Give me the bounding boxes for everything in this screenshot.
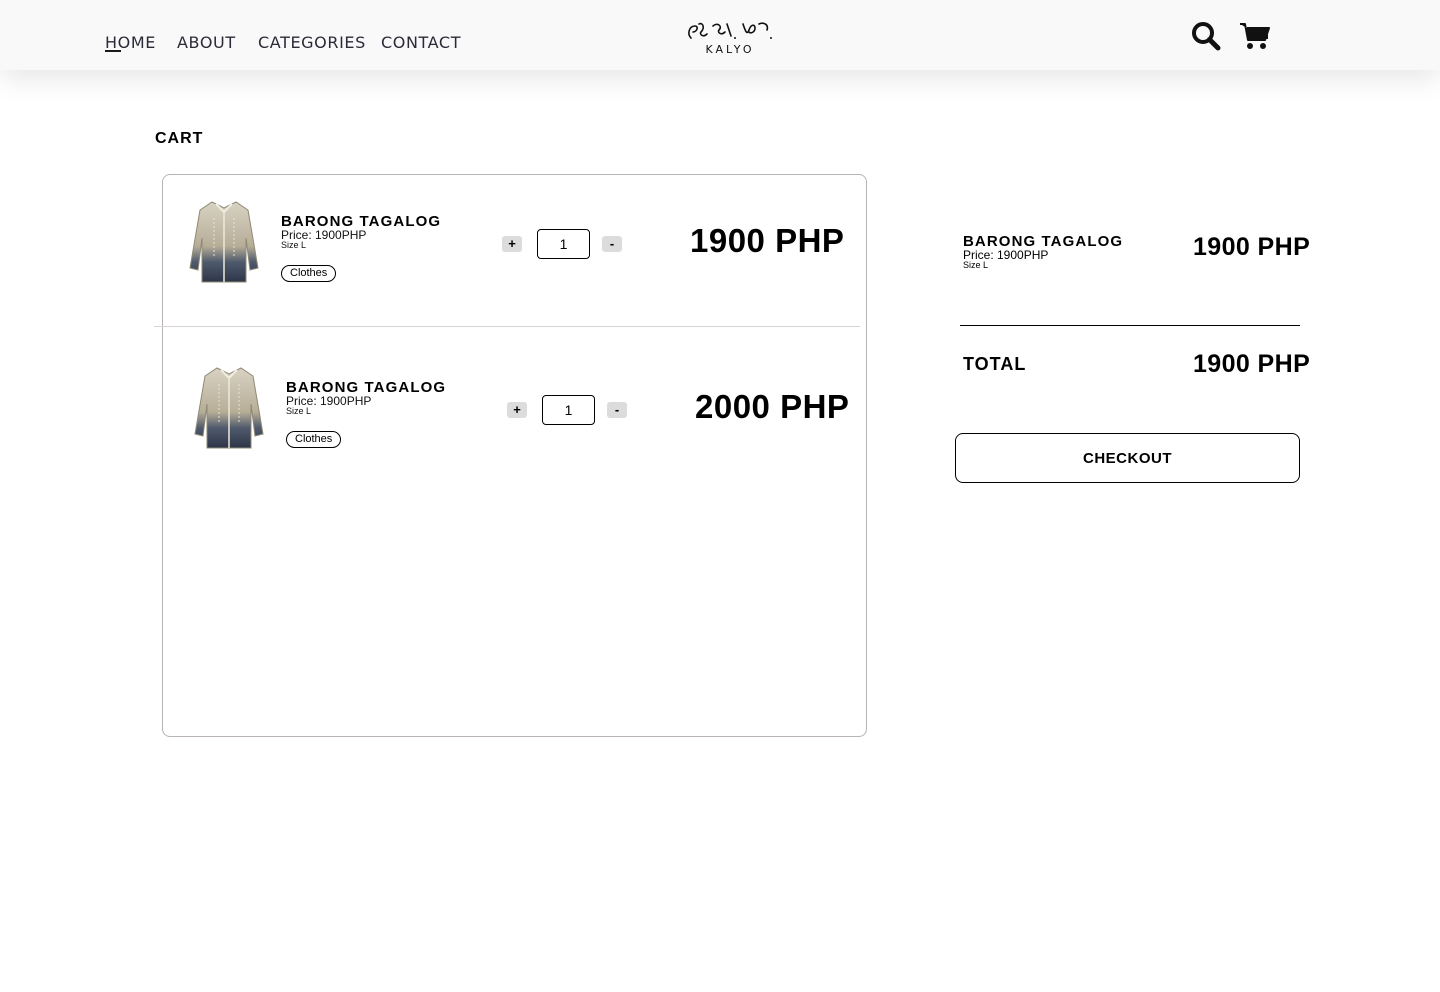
logo-glyph-icon bbox=[688, 22, 772, 39]
brand-logo[interactable]: KALYO bbox=[683, 18, 777, 58]
active-nav-underline bbox=[105, 50, 121, 52]
navbar: HOME ABOUT CATEGORIES CONTACT KALYO bbox=[0, 0, 1440, 70]
quantity-decrease-button[interactable]: - bbox=[602, 236, 622, 252]
cart-item-total: 1900 PHP bbox=[690, 222, 845, 259]
quantity-input[interactable] bbox=[537, 229, 590, 259]
cart-item-category-tag[interactable]: Clothes bbox=[286, 431, 342, 448]
quantity-increase-button[interactable]: + bbox=[507, 402, 527, 418]
summary-item-size: Size L bbox=[963, 260, 989, 270]
cart-item-category-tag[interactable]: Clothes bbox=[281, 265, 337, 282]
nav-categories-link[interactable]: CATEGORIES bbox=[258, 33, 366, 52]
summary-item-amount: 1900 PHP bbox=[1193, 233, 1311, 261]
summary-divider bbox=[960, 325, 1300, 326]
barong-product-image bbox=[194, 367, 264, 449]
cart-item-total: 2000 PHP bbox=[695, 388, 850, 425]
cart-item-size: Size L bbox=[281, 240, 307, 250]
cart-title: CART bbox=[155, 130, 204, 147]
cart-item-size: Size L bbox=[286, 406, 312, 416]
checkout-button[interactable]: CHECKOUT bbox=[955, 433, 1300, 483]
search-button[interactable] bbox=[1190, 20, 1222, 52]
cart-icon bbox=[1240, 23, 1270, 49]
cart-button[interactable] bbox=[1239, 20, 1271, 52]
total-amount: 1900 PHP bbox=[1193, 350, 1311, 378]
search-icon bbox=[1192, 22, 1221, 51]
cart-item-divider bbox=[154, 326, 860, 327]
quantity-decrease-button[interactable]: - bbox=[607, 402, 627, 418]
quantity-increase-button[interactable]: + bbox=[502, 236, 522, 252]
total-label: TOTAL bbox=[963, 354, 1027, 374]
barong-product-image bbox=[189, 201, 259, 283]
logo-text: KALYO bbox=[705, 43, 755, 56]
quantity-input[interactable] bbox=[542, 395, 595, 425]
nav-about-link[interactable]: ABOUT bbox=[177, 33, 236, 52]
nav-contact-link[interactable]: CONTACT bbox=[381, 33, 461, 52]
